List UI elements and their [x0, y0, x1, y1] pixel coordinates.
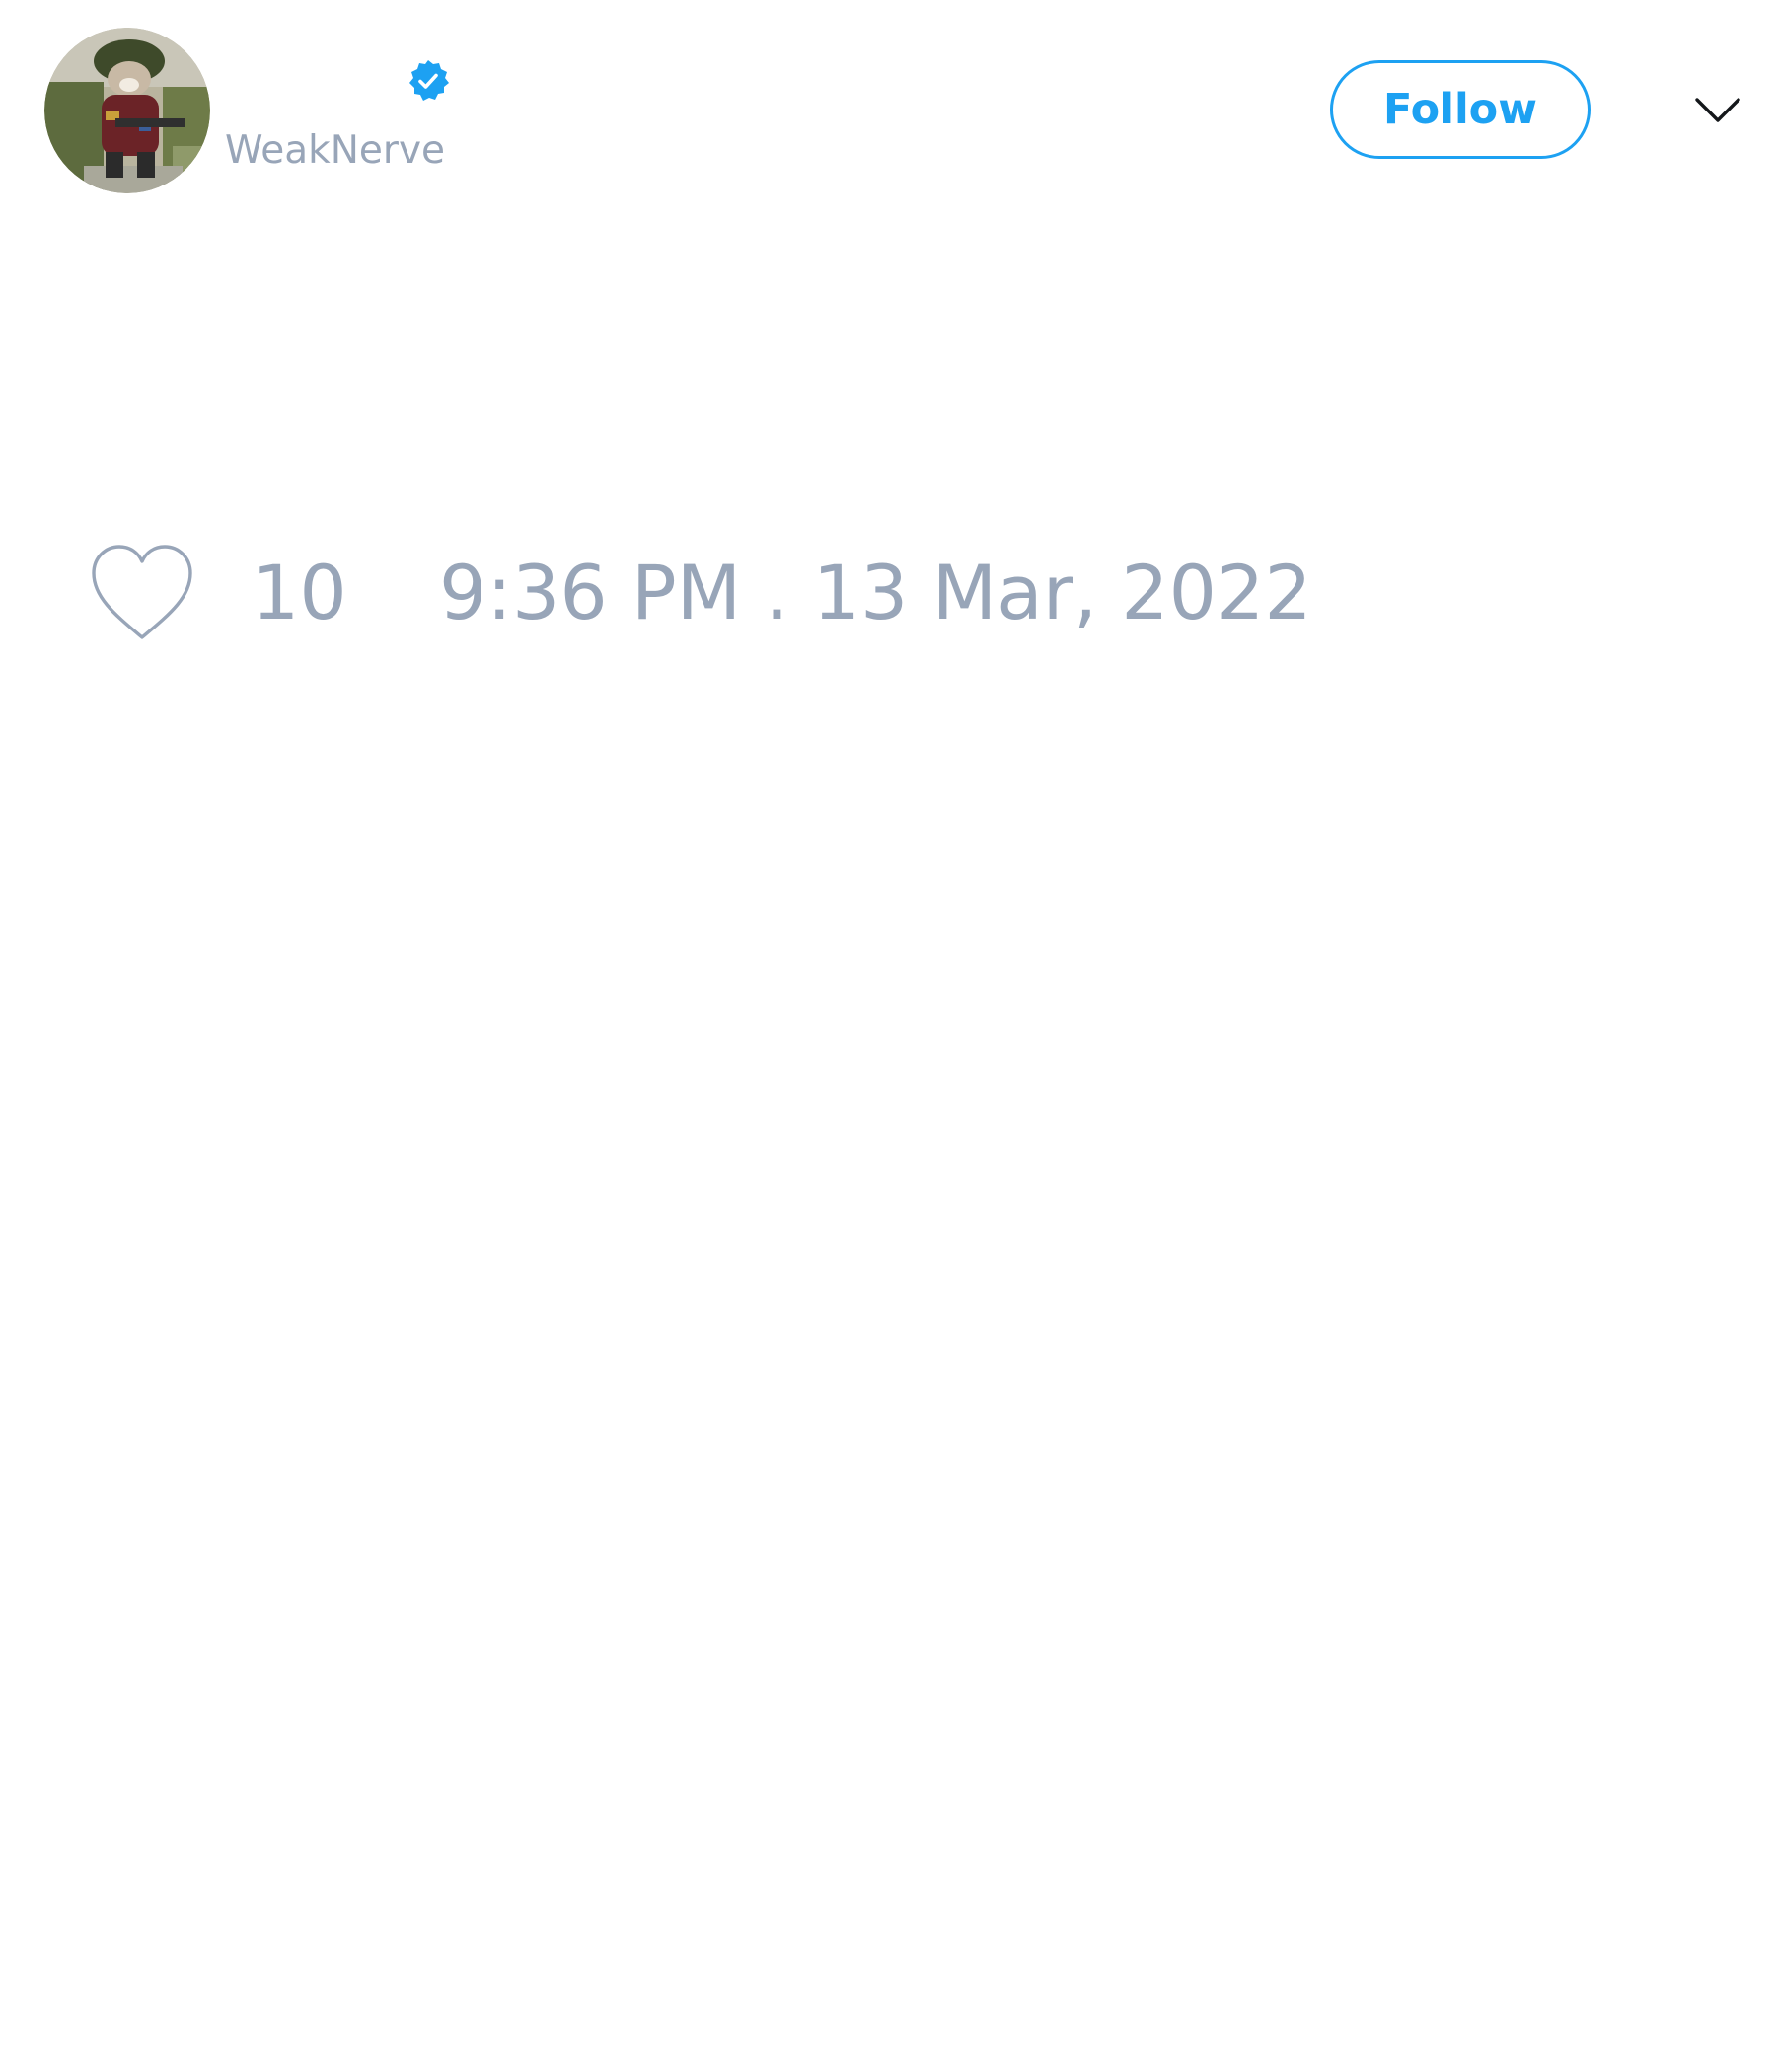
follow-button[interactable]: Follow: [1330, 60, 1591, 159]
avatar-image: [44, 28, 210, 193]
verified-badge-icon: [405, 57, 452, 105]
tweet-action-bar: 10 9:36 PM . 13 Mar, 2022: [0, 533, 1776, 651]
like-count: 10: [252, 549, 347, 636]
tweet-header: WeakNerve Follow: [0, 0, 1776, 217]
author-avatar[interactable]: [44, 28, 210, 193]
chevron-down-icon[interactable]: [1693, 93, 1742, 128]
author-handle[interactable]: WeakNerve: [225, 126, 445, 176]
heart-icon[interactable]: [89, 543, 195, 643]
tweet-timestamp[interactable]: 9:36 PM . 13 Mar, 2022: [439, 549, 1312, 637]
